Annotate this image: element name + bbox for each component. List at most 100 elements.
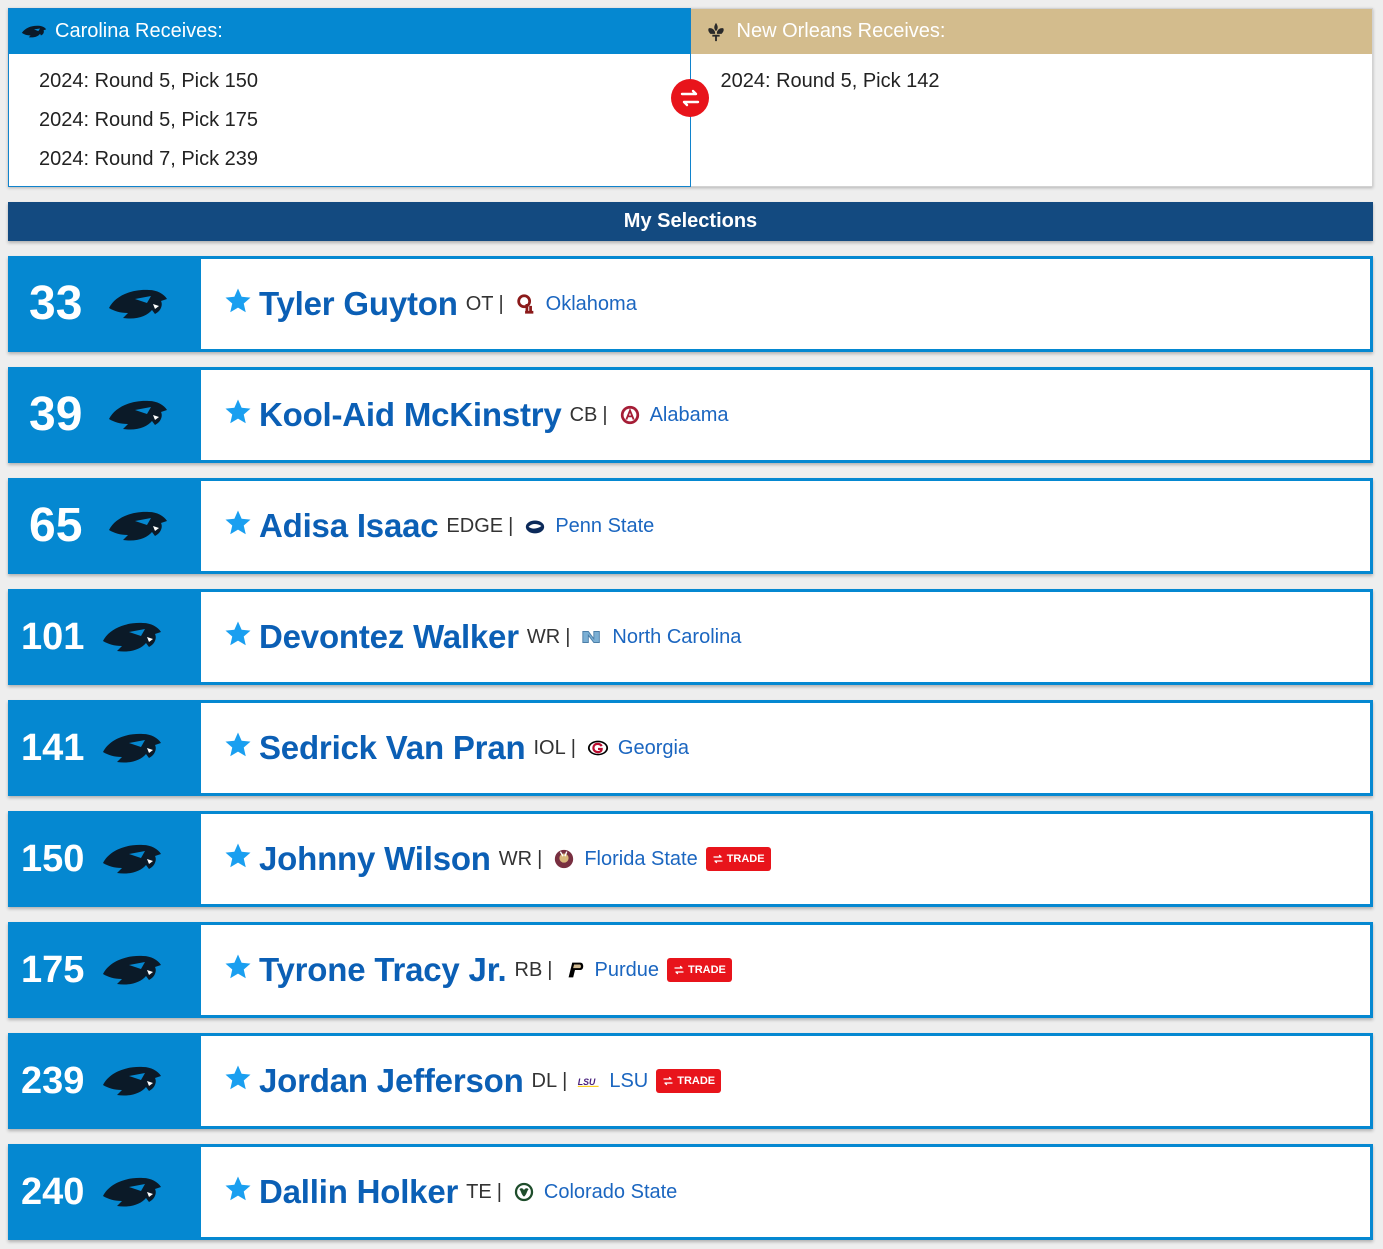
favorite-star-icon[interactable] bbox=[223, 397, 253, 427]
svg-text:LSU: LSU bbox=[578, 1077, 596, 1087]
purdue-logo-icon bbox=[563, 958, 587, 982]
school-link[interactable]: Purdue bbox=[595, 959, 660, 982]
player-name[interactable]: Devontez Walker bbox=[259, 618, 519, 656]
separator: | bbox=[547, 958, 553, 981]
new-orleans-receives-title: New Orleans Receives: bbox=[736, 20, 946, 42]
florida-state-logo-icon bbox=[552, 847, 576, 871]
separator: | bbox=[496, 1180, 502, 1203]
fleur-de-lis-icon bbox=[703, 21, 729, 43]
swap-arrows-icon bbox=[680, 89, 700, 107]
north-carolina-logo-icon bbox=[580, 625, 604, 649]
trade-badge: TRADE bbox=[667, 958, 732, 982]
favorite-star-icon[interactable] bbox=[223, 286, 253, 316]
pick-number: 239 bbox=[21, 1060, 85, 1102]
player-name[interactable]: Johnny Wilson bbox=[259, 840, 491, 878]
pick-block: 175 bbox=[11, 925, 201, 1015]
selection-row[interactable]: 239 Jordan Jefferson DL | LSU LSU TRADE bbox=[8, 1033, 1373, 1129]
new-orleans-receives-header: New Orleans Receives: bbox=[690, 9, 1372, 54]
player-card[interactable]: Sedrick Van Pran IOL | Georgia bbox=[201, 703, 1370, 793]
panthers-logo-icon bbox=[107, 284, 169, 324]
favorite-star-icon[interactable] bbox=[223, 730, 253, 760]
trade-pick-item: 2024: Round 5, Pick 142 bbox=[720, 70, 940, 92]
player-name[interactable]: Tyrone Tracy Jr. bbox=[259, 951, 507, 989]
panthers-logo-icon bbox=[101, 839, 163, 879]
school-link[interactable]: LSU bbox=[609, 1070, 648, 1093]
selection-row[interactable]: 33 Tyler Guyton OT | Oklahoma bbox=[8, 256, 1373, 352]
school-link[interactable]: North Carolina bbox=[612, 626, 741, 649]
separator: | bbox=[537, 847, 543, 870]
pick-block: 240 bbox=[11, 1147, 201, 1237]
player-card[interactable]: Jordan Jefferson DL | LSU LSU TRADE bbox=[201, 1036, 1370, 1126]
school-link[interactable]: Oklahoma bbox=[546, 293, 637, 316]
swap-arrows-icon bbox=[662, 1075, 674, 1087]
favorite-star-icon[interactable] bbox=[223, 1174, 253, 1204]
school-link[interactable]: Florida State bbox=[584, 848, 697, 871]
separator: | bbox=[508, 514, 514, 537]
pick-number: 39 bbox=[29, 388, 83, 441]
favorite-star-icon[interactable] bbox=[223, 1063, 253, 1093]
player-name[interactable]: Tyler Guyton bbox=[259, 285, 458, 323]
player-card[interactable]: Devontez Walker WR | North Carolina bbox=[201, 592, 1370, 682]
favorite-star-icon[interactable] bbox=[223, 619, 253, 649]
my-selections-header: My Selections bbox=[8, 202, 1373, 241]
favorite-star-icon[interactable] bbox=[223, 952, 253, 982]
player-name[interactable]: Jordan Jefferson bbox=[259, 1062, 524, 1100]
school-link[interactable]: Penn State bbox=[555, 515, 654, 538]
pick-block: 39 bbox=[11, 370, 201, 460]
selection-row[interactable]: 101 Devontez Walker WR | North Carolina bbox=[8, 589, 1373, 685]
selection-row[interactable]: 65 Adisa Isaac EDGE | Penn State bbox=[8, 478, 1373, 574]
section-title: My Selections bbox=[623, 210, 758, 232]
player-position: TE bbox=[466, 1180, 492, 1203]
selection-row[interactable]: 39 Kool-Aid McKinstry CB | Alabama bbox=[8, 367, 1373, 463]
separator: | bbox=[565, 625, 571, 648]
trade-badge-label: TRADE bbox=[677, 1075, 716, 1087]
pick-number: 240 bbox=[21, 1171, 85, 1213]
oklahoma-logo-icon bbox=[514, 292, 538, 316]
school-link[interactable]: Georgia bbox=[618, 737, 689, 760]
trade-pick-item: 2024: Round 5, Pick 175 bbox=[39, 109, 259, 131]
selection-row[interactable]: 141 Sedrick Van Pran IOL | Georgia bbox=[8, 700, 1373, 796]
player-card[interactable]: Tyler Guyton OT | Oklahoma bbox=[201, 259, 1370, 349]
lsu-logo-icon: LSU bbox=[577, 1069, 601, 1093]
pick-block: 65 bbox=[11, 481, 201, 571]
favorite-star-icon[interactable] bbox=[223, 508, 253, 538]
new-orleans-receives-panel: New Orleans Receives: 2024: Round 5, Pic… bbox=[690, 8, 1373, 187]
player-card[interactable]: Adisa Isaac EDGE | Penn State bbox=[201, 481, 1370, 571]
player-position: EDGE bbox=[446, 514, 504, 537]
carolina-receives-title: Carolina Receives: bbox=[55, 20, 223, 42]
selection-row[interactable]: 175 Tyrone Tracy Jr. RB | Purdue TRADE bbox=[8, 922, 1373, 1018]
panthers-logo-icon bbox=[101, 728, 163, 768]
selection-row[interactable]: 240 Dallin Holker TE | Colorado State bbox=[8, 1144, 1373, 1240]
selection-row[interactable]: 150 Johnny Wilson WR | Florida State TRA… bbox=[8, 811, 1373, 907]
trade-pick-item: 2024: Round 7, Pick 239 bbox=[39, 148, 259, 170]
player-name[interactable]: Dallin Holker bbox=[259, 1173, 458, 1211]
school-link[interactable]: Colorado State bbox=[544, 1181, 677, 1204]
favorite-star-icon[interactable] bbox=[223, 841, 253, 871]
player-card[interactable]: Tyrone Tracy Jr. RB | Purdue TRADE bbox=[201, 925, 1370, 1015]
pick-block: 239 bbox=[11, 1036, 201, 1126]
swap-trade-button[interactable] bbox=[671, 79, 709, 117]
school-link[interactable]: Alabama bbox=[650, 404, 729, 427]
carolina-receives-panel: Carolina Receives: 2024: Round 5, Pick 1… bbox=[8, 8, 691, 187]
penn-state-logo-icon bbox=[523, 514, 547, 538]
player-name[interactable]: Sedrick Van Pran bbox=[259, 729, 526, 767]
player-position: DL bbox=[531, 1069, 558, 1092]
player-card[interactable]: Dallin Holker TE | Colorado State bbox=[201, 1147, 1370, 1237]
player-position: CB bbox=[569, 403, 598, 426]
swap-arrows-icon bbox=[673, 964, 685, 976]
trade-summary-panel: Carolina Receives: 2024: Round 5, Pick 1… bbox=[8, 8, 1373, 187]
colorado-state-logo-icon bbox=[512, 1180, 536, 1204]
trade-badge: TRADE bbox=[656, 1069, 722, 1093]
player-position: IOL bbox=[533, 736, 566, 759]
player-name[interactable]: Kool-Aid McKinstry bbox=[259, 396, 562, 434]
player-card[interactable]: Kool-Aid McKinstry CB | Alabama bbox=[201, 370, 1370, 460]
panthers-logo-icon bbox=[107, 395, 169, 435]
player-position: OT bbox=[465, 292, 494, 315]
carolina-pick-list: 2024: Round 5, Pick 150 2024: Round 5, Pi… bbox=[9, 54, 690, 183]
separator: | bbox=[602, 403, 608, 426]
alabama-logo-icon bbox=[618, 403, 642, 427]
player-position: WR bbox=[526, 625, 561, 648]
player-name[interactable]: Adisa Isaac bbox=[259, 507, 439, 545]
georgia-logo-icon bbox=[586, 736, 610, 760]
player-card[interactable]: Johnny Wilson WR | Florida State TRADE bbox=[201, 814, 1370, 904]
